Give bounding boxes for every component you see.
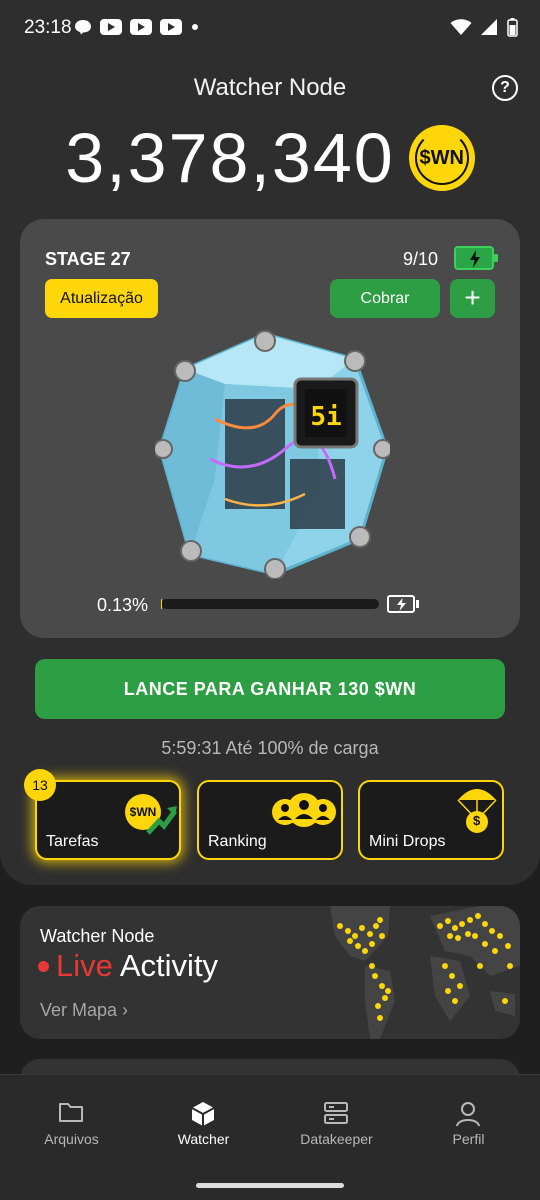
progress-percent: 0.13%	[97, 595, 149, 615]
wn-coin-icon: $WN	[408, 125, 475, 191]
dollar-sign: $	[473, 813, 481, 828]
live-activity-eyebrow: Watcher Node	[40, 926, 155, 946]
battery-charge-icon	[387, 595, 419, 613]
live-word: Live	[56, 948, 113, 983]
balance-display: 3,378,340 $WN	[0, 118, 540, 198]
wifi-icon	[450, 19, 472, 35]
ranking-tile[interactable]: Ranking	[197, 780, 343, 860]
nav-label-watcher: Watcher	[177, 1131, 230, 1147]
live-activity-title: Live Activity	[38, 948, 218, 984]
live-indicator-icon	[38, 960, 49, 972]
nav-item-profile[interactable]: Perfil	[401, 1075, 536, 1165]
live-activity-card[interactable]: Watcher Node Live Activity Ver Mapa ›	[20, 906, 520, 1039]
system-icons	[450, 17, 518, 37]
battery-count: 9/10	[402, 249, 438, 269]
world-map-image	[330, 906, 520, 1039]
home-indicator[interactable]	[196, 1183, 344, 1188]
notification-icons	[74, 19, 198, 35]
upgrade-button[interactable]: Atualização	[45, 279, 158, 318]
tasks-badge: 13	[24, 769, 56, 801]
nav-label-files: Arquivos	[44, 1131, 99, 1147]
nav-item-datakeeper[interactable]: Datakeeper	[269, 1075, 404, 1165]
tasks-tile[interactable]: 13 $WN Tarefas	[24, 769, 181, 860]
stage-label: STAGE 27	[45, 249, 131, 269]
node-cube-image[interactable]: 5i	[155, 329, 390, 579]
coin-label: $WN	[419, 146, 464, 169]
help-button[interactable]: ?	[492, 75, 518, 101]
youtube-icon	[130, 19, 152, 35]
collect-button[interactable]: Cobrar	[330, 279, 440, 318]
view-map-link[interactable]: Ver Mapa ›	[40, 1000, 128, 1021]
mini-drops-label: Mini Drops	[369, 833, 446, 850]
user-icon	[456, 1102, 480, 1127]
trend-up-arrow-icon	[146, 806, 178, 835]
nav-label-datakeeper: Datakeeper	[300, 1131, 373, 1147]
folder-icon	[59, 1103, 83, 1122]
battery-status-icon	[507, 18, 518, 37]
charge-timer: 5:59:31 Até 100% de carga	[161, 738, 379, 758]
progress-bar	[161, 599, 379, 609]
youtube-icon	[160, 19, 182, 35]
nav-item-watcher[interactable]: Watcher	[136, 1075, 271, 1165]
status-time: 23:18	[24, 17, 72, 38]
server-icon	[324, 1102, 348, 1124]
users-group-icon	[272, 793, 336, 827]
balance-value: 3,378,340	[65, 119, 395, 197]
launch-button[interactable]: LANCE PARA GANHAR 130 $WN	[35, 659, 505, 719]
signal-icon	[481, 19, 497, 35]
svg-text:5i: 5i	[310, 402, 341, 432]
add-button[interactable]: +	[450, 279, 495, 318]
nav-label-profile: Perfil	[452, 1131, 485, 1147]
chat-bubble-icon	[75, 20, 91, 35]
mini-drops-tile[interactable]: $ Mini Drops	[358, 780, 504, 860]
ranking-label: Ranking	[208, 833, 267, 850]
bottom-navigation: Arquivos Watcher Datakeeper Perfil	[0, 1074, 540, 1200]
status-bar: 23:18	[0, 0, 540, 56]
more-notifications-icon	[192, 24, 198, 30]
tasks-label: Tarefas	[46, 833, 99, 850]
help-icon: ?	[500, 79, 510, 96]
nav-item-files[interactable]: Arquivos	[4, 1075, 139, 1165]
battery-charging-icon	[454, 246, 498, 270]
cube-icon	[191, 1102, 215, 1126]
stage-card: STAGE 27 9/10 Atualização Cobrar + 5i 0.…	[20, 219, 520, 638]
youtube-icon	[100, 19, 122, 35]
activity-word: Activity	[119, 948, 219, 983]
page-title: Watcher Node	[193, 74, 347, 101]
